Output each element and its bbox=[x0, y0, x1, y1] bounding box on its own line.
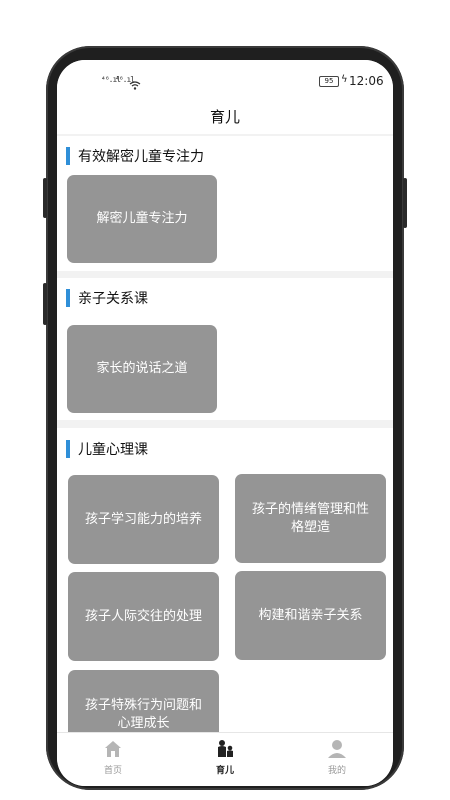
bottom-tab-bar: 首页 育儿 我的 bbox=[57, 732, 393, 786]
course-card[interactable]: 孩子学习能力的培养 bbox=[68, 475, 219, 564]
page-title: 育儿 bbox=[57, 100, 393, 134]
wifi-icon bbox=[129, 75, 141, 94]
section-header: 儿童心理课 bbox=[66, 438, 148, 460]
tab-label: 我的 bbox=[327, 766, 346, 776]
charging-icon: ϟ bbox=[341, 74, 348, 85]
home-icon bbox=[103, 739, 123, 763]
section-header: 亲子关系课 bbox=[66, 287, 148, 309]
section-title: 亲子关系课 bbox=[78, 291, 148, 307]
power-button-left bbox=[43, 283, 47, 325]
course-card[interactable]: 孩子的情绪管理和性格塑造 bbox=[235, 474, 386, 563]
course-card[interactable]: 孩子人际交往的处理 bbox=[68, 572, 219, 661]
profile-icon bbox=[327, 739, 347, 763]
tab-profile[interactable]: 我的 bbox=[281, 733, 393, 786]
course-card[interactable]: 家长的说话之道 bbox=[67, 325, 217, 413]
section-focus: 有效解密儿童专注力 解密儿童专注力 bbox=[57, 136, 393, 271]
section-psychology: 儿童心理课 孩子学习能力的培养 孩子的情绪管理和性格塑造 孩子人际交往的处理 构… bbox=[57, 428, 393, 759]
tab-parenting[interactable]: 育儿 bbox=[169, 733, 281, 786]
section-accent-bar bbox=[66, 289, 70, 307]
section-accent-bar bbox=[66, 440, 70, 458]
power-button-right bbox=[403, 178, 407, 228]
app-screen: ⁴⁶.ıl ⁴⁶.ıl 95 ϟ 12:06 育儿 有效解密儿童专注力 解密儿童… bbox=[57, 60, 393, 786]
tab-home[interactable]: 首页 bbox=[57, 733, 169, 786]
section-header: 有效解密儿童专注力 bbox=[66, 145, 204, 167]
parenting-icon bbox=[215, 739, 235, 763]
section-title: 儿童心理课 bbox=[78, 442, 148, 458]
status-bar: ⁴⁶.ıl ⁴⁶.ıl 95 ϟ 12:06 bbox=[57, 60, 393, 100]
section-accent-bar bbox=[66, 147, 70, 165]
status-time: 12:06 bbox=[349, 74, 384, 88]
battery-indicator: 95 bbox=[319, 76, 339, 87]
tab-label: 育儿 bbox=[215, 766, 234, 776]
volume-button bbox=[43, 178, 47, 218]
tab-label: 首页 bbox=[103, 766, 122, 776]
section-parent-child: 亲子关系课 家长的说话之道 bbox=[57, 278, 393, 420]
course-card[interactable]: 构建和谐亲子关系 bbox=[235, 571, 386, 660]
section-title: 有效解密儿童专注力 bbox=[78, 149, 204, 165]
course-card[interactable]: 解密儿童专注力 bbox=[67, 175, 217, 263]
